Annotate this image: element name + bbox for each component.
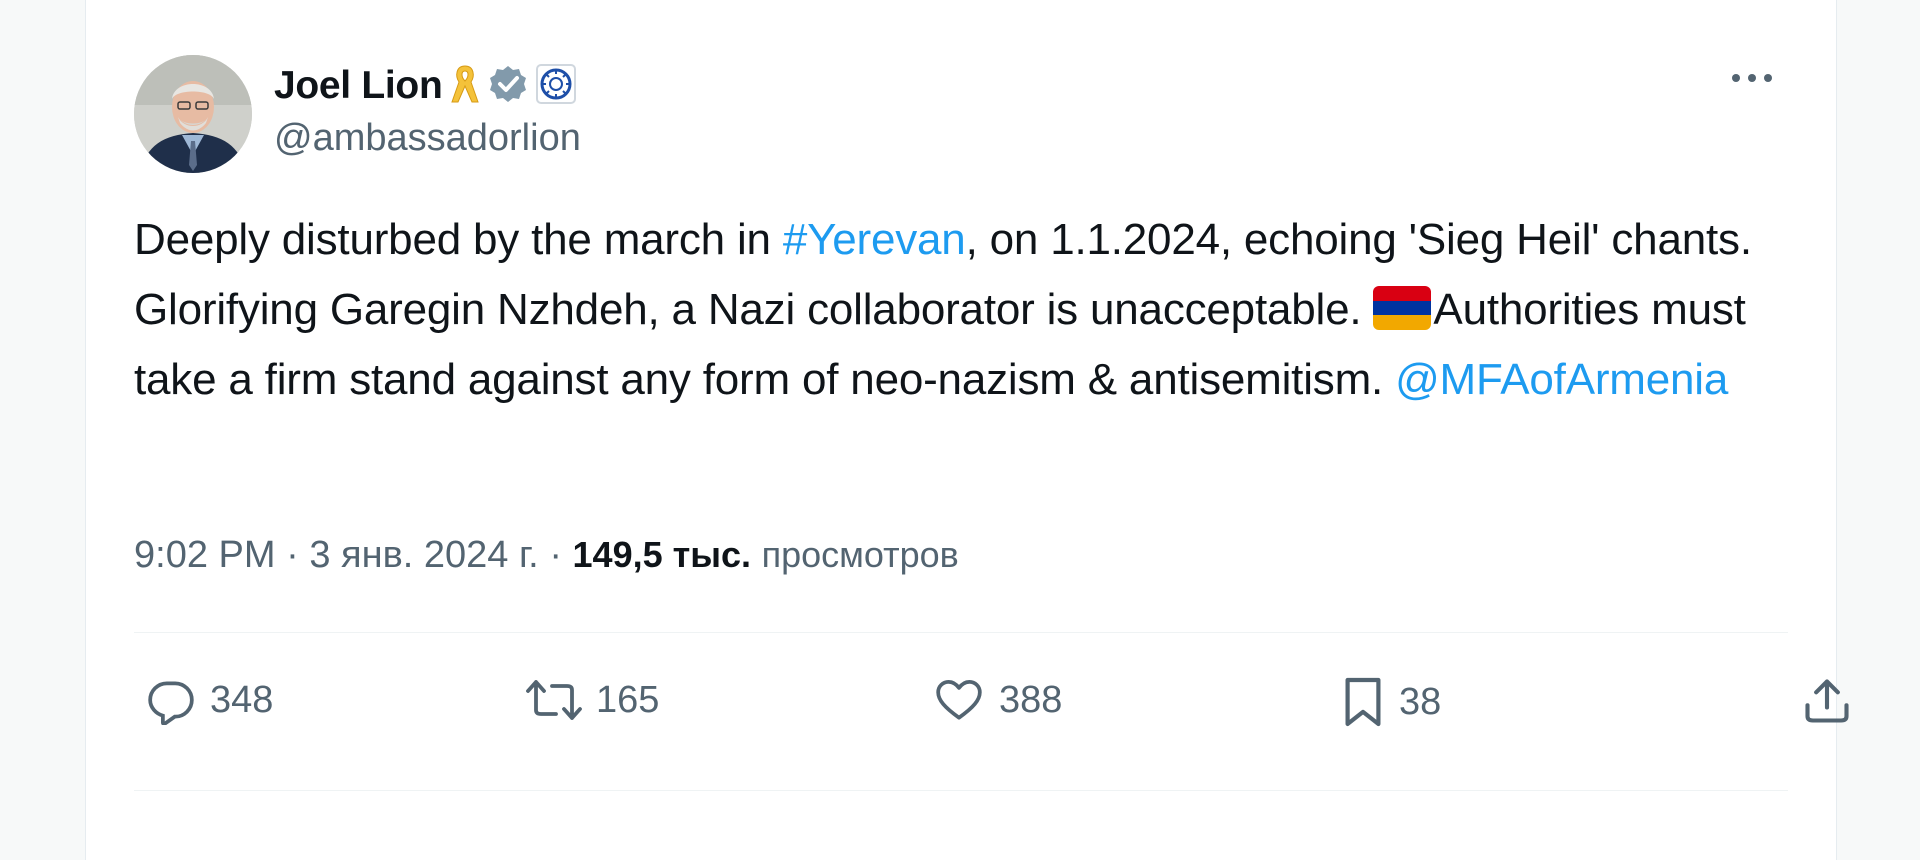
verified-gray-icon[interactable] (488, 64, 528, 109)
flag-stripe-red (1373, 286, 1432, 301)
action-bar: 348 165 388 38 (146, 675, 1856, 735)
heart-icon (936, 680, 982, 720)
share-button[interactable] (1801, 675, 1853, 727)
like-button[interactable]: 388 (933, 675, 1062, 725)
tweet-meta: 9:02 PM · 3 янв. 2024 г. · 149,5 тыс. пр… (134, 534, 959, 577)
share-icon (1805, 679, 1849, 723)
tweet-header: Joel Lion @ambassadorlion (134, 55, 581, 173)
more-dots-icon (1732, 74, 1772, 82)
tweet-text: Deeply disturbed by the march in #Yereva… (134, 205, 1774, 415)
armenia-flag-icon (1373, 286, 1432, 330)
tweet-date[interactable]: 3 янв. 2024 г. (309, 534, 538, 576)
retweet-button[interactable]: 165 (526, 675, 659, 725)
bookmark-icon (1345, 677, 1381, 727)
reply-icon (148, 681, 194, 725)
bookmark-count: 38 (1399, 680, 1442, 723)
divider-top (134, 632, 1788, 633)
divider-bottom (134, 790, 1788, 791)
author-display-name[interactable]: Joel Lion (274, 64, 443, 108)
flag-stripe-orange (1373, 315, 1432, 330)
author-handle[interactable]: @ambassadorlion (274, 117, 581, 160)
author-names: Joel Lion @ambassadorlion (274, 59, 581, 160)
tweet-time[interactable]: 9:02 PM (134, 534, 276, 576)
views-count: 149,5 тыс. (572, 534, 752, 575)
reply-button[interactable]: 348 (146, 675, 273, 725)
meta-separator: · (286, 534, 310, 576)
flag-stripe-blue (1373, 300, 1432, 316)
reply-count: 348 (210, 678, 274, 721)
tweet-card: Joel Lion @ambassadorlion Deeply disturb… (85, 0, 1849, 860)
tweet-text-segment: Deeply disturbed by the march in (134, 215, 783, 264)
views-label: просмотров (761, 534, 959, 575)
meta-separator: · (549, 534, 573, 576)
author-avatar[interactable] (134, 55, 252, 173)
author-name-row: Joel Lion (274, 59, 581, 113)
hashtag-link[interactable]: #Yerevan (783, 215, 966, 264)
retweet-icon (526, 680, 582, 720)
more-options-button[interactable] (1728, 58, 1776, 98)
bookmark-button[interactable]: 38 (1341, 675, 1441, 729)
yellow-ribbon-icon (450, 62, 480, 111)
mention-link[interactable]: @MFAofArmenia (1395, 355, 1728, 404)
like-count: 388 (999, 678, 1063, 721)
organization-emblem-icon[interactable] (536, 63, 577, 109)
retweet-count: 165 (596, 678, 660, 721)
